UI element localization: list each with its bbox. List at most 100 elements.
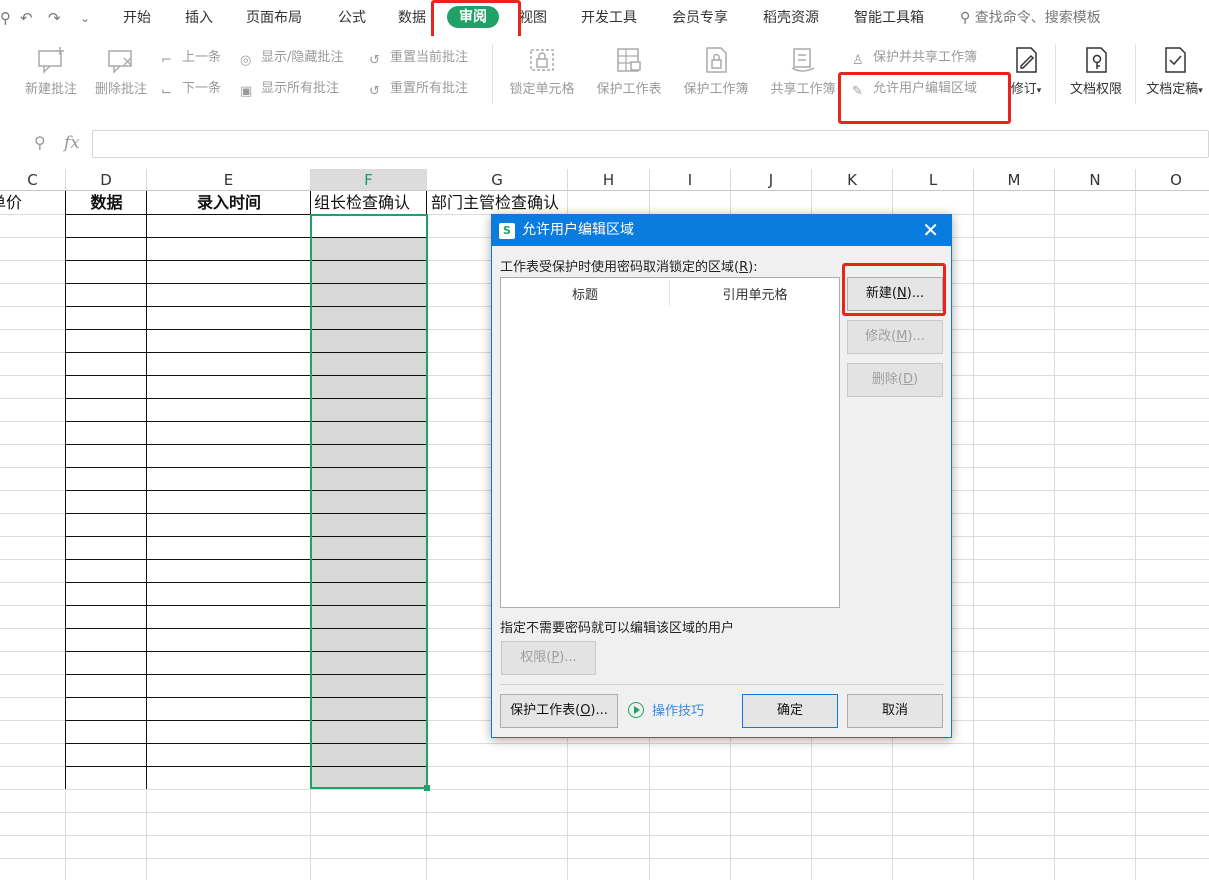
dropdown-arrow-icon: ▾ xyxy=(1198,86,1203,96)
column-header-e[interactable]: E xyxy=(147,169,311,191)
play-icon xyxy=(628,702,644,718)
list-header-title[interactable]: 标题 xyxy=(501,284,669,303)
protect-share-workbook-button[interactable]: ♙ 保护并共享工作簿 xyxy=(852,49,977,68)
show-hide-comment-button[interactable]: ◎ 显示/隐藏批注 xyxy=(240,49,343,68)
selection-border xyxy=(310,214,428,789)
cancel-button[interactable]: 取消 xyxy=(847,694,943,728)
redo-icon[interactable]: ↷ xyxy=(48,9,61,27)
doc-permission-icon xyxy=(1086,47,1107,73)
users-label: 指定不需要密码就可以编辑该区域的用户 xyxy=(500,621,735,636)
chevron-down-icon[interactable]: ⌄ xyxy=(80,9,90,27)
tab-formula[interactable]: 公式 xyxy=(338,9,366,27)
tips-link[interactable]: 操作技巧 xyxy=(628,702,704,721)
tab-developer[interactable]: 开发工具 xyxy=(581,9,637,27)
tab-smart-tools[interactable]: 智能工具箱 xyxy=(854,9,924,27)
comment-add-icon xyxy=(38,47,64,74)
protect-workbook-button[interactable]: 保护工作簿 xyxy=(677,46,755,97)
lock-cells-button[interactable]: 锁定单元格 xyxy=(503,46,581,97)
comment-eye-icon: ◎ xyxy=(240,53,252,68)
column-header-h[interactable]: H xyxy=(568,169,650,191)
command-search[interactable]: ⚲ 查找命令、搜索模板 xyxy=(960,9,1101,27)
grid-hline xyxy=(0,789,1209,790)
reset-all-comments-button[interactable]: ↺ 重置所有批注 xyxy=(369,80,468,99)
column-header-l[interactable]: L xyxy=(893,169,974,191)
lock-cell-icon xyxy=(530,49,554,71)
protect-sheet-dialog-button[interactable]: 保护工作表(O)... xyxy=(500,694,618,728)
column-header-j[interactable]: J xyxy=(731,169,812,191)
column-header-n[interactable]: N xyxy=(1055,169,1136,191)
menu-bar: ⚲ ↶ ↷ ⌄ 开始 插入 页面布局 公式 数据 审阅 视图 开发工具 会员专享… xyxy=(0,0,1209,36)
column-header-m[interactable]: M xyxy=(974,169,1055,191)
column-header-d[interactable]: D xyxy=(66,169,147,191)
column-header-f[interactable]: F xyxy=(311,169,427,191)
dialog-divider xyxy=(500,684,944,685)
formula-input[interactable] xyxy=(92,130,1209,158)
protect-share-icon: ♙ xyxy=(852,53,864,68)
next-comment-button[interactable]: ⌙ 下一条 xyxy=(161,80,221,99)
protect-sheet-button[interactable]: 保护工作表 xyxy=(590,46,668,97)
reset-all-icon: ↺ xyxy=(369,84,380,99)
ribbon-divider xyxy=(1135,44,1136,104)
tab-member[interactable]: 会员专享 xyxy=(672,9,728,27)
new-comment-button[interactable]: 新建批注 xyxy=(20,46,82,97)
show-all-comments-button[interactable]: ▣ 显示所有批注 xyxy=(240,80,339,99)
comment-delete-icon xyxy=(108,50,132,74)
ribbon-divider xyxy=(492,44,493,104)
grid-hline xyxy=(0,812,1209,813)
delete-range-button[interactable]: 删除(D) xyxy=(847,363,943,397)
reset-icon: ↺ xyxy=(369,53,380,68)
tab-insert[interactable]: 插入 xyxy=(185,9,213,27)
wps-sheet-icon: S xyxy=(499,223,515,239)
reset-current-comment-button[interactable]: ↺ 重置当前批注 xyxy=(369,49,468,68)
ranges-list[interactable]: 标题 引用单元格 xyxy=(500,277,840,608)
delete-comment-button[interactable]: 删除批注 xyxy=(90,46,152,97)
highlight-allow-edit-ranges xyxy=(838,72,1011,124)
cell-e1[interactable]: 录入时间 xyxy=(147,192,311,214)
revise-icon xyxy=(1016,47,1037,73)
tab-view[interactable]: 视图 xyxy=(519,9,547,27)
ribbon-divider xyxy=(1055,44,1056,104)
dropdown-arrow-icon: ▾ xyxy=(1036,86,1042,96)
tab-docer[interactable]: 稻壳资源 xyxy=(763,9,819,27)
cell-c1[interactable]: 单价 xyxy=(0,192,22,214)
next-icon: ⌙ xyxy=(161,84,172,99)
list-header-ref[interactable]: 引用单元格 xyxy=(670,284,840,303)
column-header-i[interactable]: I xyxy=(650,169,731,191)
ok-button[interactable]: 确定 xyxy=(742,694,838,728)
cell-d1[interactable]: 数据 xyxy=(66,192,147,214)
undo-icon[interactable]: ↶ xyxy=(20,9,33,27)
grid-hline xyxy=(0,858,1209,859)
dialog-title-bar[interactable]: S 允许用户编辑区域 ✕ xyxy=(492,215,951,246)
formula-bar: ⚲ fx xyxy=(0,124,1209,164)
doc-finalize-icon xyxy=(1164,47,1186,73)
search-icon[interactable]: ⚲ xyxy=(0,9,11,27)
modify-range-button[interactable]: 修改(M)... xyxy=(847,320,943,354)
dialog-title: 允许用户编辑区域 xyxy=(522,222,634,238)
column-header-c[interactable]: C xyxy=(0,169,66,191)
fx-icon[interactable]: fx xyxy=(64,133,80,153)
close-icon[interactable]: ✕ xyxy=(922,219,939,241)
search-icon: ⚲ xyxy=(960,10,975,26)
cell-f1[interactable]: 组长检查确认 xyxy=(314,192,410,214)
tab-data[interactable]: 数据 xyxy=(398,9,426,27)
column-header-k[interactable]: K xyxy=(812,169,893,191)
permission-button[interactable]: 权限(P)... xyxy=(501,641,596,675)
zoom-icon[interactable]: ⚲ xyxy=(34,133,46,152)
prev-icon: ⌐ xyxy=(161,53,172,68)
tab-page-layout[interactable]: 页面布局 xyxy=(246,9,302,27)
prev-comment-button[interactable]: ⌐ 上一条 xyxy=(161,49,221,68)
ranges-label: 工作表受保护时使用密码取消锁定的区域(R): xyxy=(500,260,758,275)
column-header-o[interactable]: O xyxy=(1136,169,1209,191)
column-header-g[interactable]: G xyxy=(427,169,568,191)
sheet-lock-icon xyxy=(617,48,641,72)
doc-permission-button[interactable]: 文档权限 xyxy=(1063,46,1129,97)
doc-finalize-button[interactable]: 文档定稿▾ xyxy=(1140,46,1209,97)
comments-icon: ▣ xyxy=(240,84,253,99)
ribbon: 新建批注 删除批注 ⌐ 上一条 ⌙ 下一条 ◎ 显示/隐藏批注 ▣ 显示所有批注 ↺ 重置… xyxy=(0,36,1209,114)
share-workbook-button[interactable]: 共享工作簿 xyxy=(764,46,842,97)
workbook-lock-icon xyxy=(706,47,727,73)
tab-home[interactable]: 开始 xyxy=(123,9,151,27)
cell-g1[interactable]: 部门主管检查确认 xyxy=(431,192,559,214)
highlight-new-button xyxy=(842,263,946,316)
fill-handle[interactable] xyxy=(424,785,430,791)
